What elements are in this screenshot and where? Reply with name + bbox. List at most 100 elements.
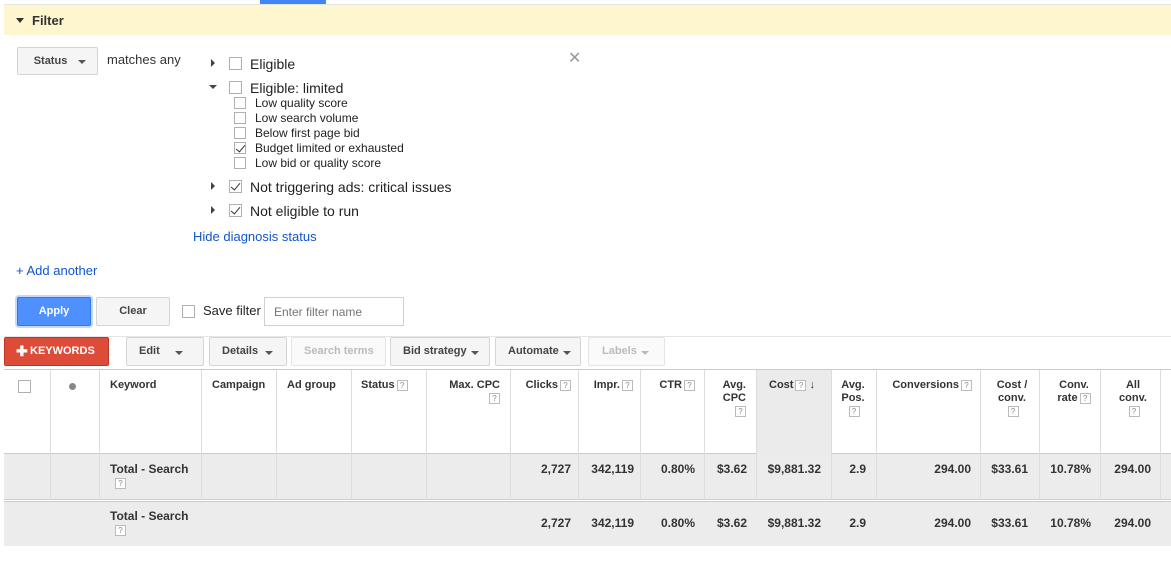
cell-cost-conv: $33.61 xyxy=(991,516,1028,530)
header-avg-cpc[interactable]: Avg. CPC? xyxy=(709,379,746,418)
cell-cost-conv: $33.61 xyxy=(991,462,1028,476)
cell-conv-rate: 10.78% xyxy=(1050,462,1091,476)
help-icon[interactable]: ? xyxy=(115,478,126,489)
checkbox-below-first-page-bid[interactable] xyxy=(234,127,246,139)
table-row: Total - Search ? 2,727 342,119 0.80% $3.… xyxy=(4,454,1171,500)
checkbox-not-eligible[interactable] xyxy=(229,204,242,217)
column-divider xyxy=(276,370,277,500)
header-cost[interactable]: Cost? ↓ xyxy=(769,379,815,392)
column-divider xyxy=(640,370,641,500)
checkbox-low-bid-quality[interactable] xyxy=(234,157,246,169)
collapse-arrow-icon[interactable] xyxy=(209,85,217,89)
option-label-eligible: Eligible xyxy=(250,56,296,72)
keywords-button-label: KEYWORDS xyxy=(30,345,95,357)
column-divider xyxy=(50,370,51,500)
checkbox-low-quality-score[interactable] xyxy=(234,97,246,109)
help-icon[interactable]: ? xyxy=(1128,405,1140,417)
checkbox-budget-limited[interactable] xyxy=(234,142,246,154)
add-keywords-button[interactable]: ✚ KEYWORDS xyxy=(4,337,109,366)
header-avg-cpc-label-1: Avg. xyxy=(722,379,746,391)
cell-conversions: 294.00 xyxy=(934,462,971,476)
header-max-cpc[interactable]: Max. CPC? xyxy=(424,379,500,405)
clear-button[interactable]: Clear xyxy=(96,297,170,326)
header-conv-rate-label-2: rate xyxy=(1057,392,1078,404)
help-icon[interactable]: ? xyxy=(961,379,972,391)
column-divider xyxy=(351,370,352,500)
automate-dropdown-button[interactable]: Automate xyxy=(495,337,581,366)
header-conv-rate[interactable]: Conv. rate? xyxy=(1056,379,1092,405)
help-icon[interactable]: ? xyxy=(489,392,500,404)
checkbox-eligible[interactable] xyxy=(229,57,242,70)
help-icon[interactable]: ? xyxy=(396,379,408,391)
help-icon[interactable]: ? xyxy=(1007,405,1019,417)
chevron-down-icon xyxy=(641,351,649,355)
details-dropdown-button[interactable]: Details xyxy=(209,337,287,366)
status-dropdown-button[interactable]: Status xyxy=(17,47,98,75)
header-campaign[interactable]: Campaign xyxy=(212,379,265,392)
checkbox-low-search-volume[interactable] xyxy=(234,112,246,124)
header-impr-label: Impr. xyxy=(593,379,620,391)
filter-header[interactable]: Filter xyxy=(4,4,1171,35)
header-ad-group[interactable]: Ad group xyxy=(287,379,336,392)
filter-panel xyxy=(4,35,1171,337)
header-cost-conv[interactable]: Cost / conv.? xyxy=(994,379,1030,418)
column-divider xyxy=(1039,370,1040,500)
column-divider xyxy=(1160,370,1161,500)
expand-arrow-icon[interactable] xyxy=(211,206,215,214)
add-another-link[interactable]: + Add another xyxy=(16,263,97,278)
header-all-conv-label-1: All xyxy=(1125,379,1141,391)
filter-name-input[interactable] xyxy=(264,297,404,326)
header-clicks[interactable]: Clicks? xyxy=(514,379,571,392)
header-keyword[interactable]: Keyword xyxy=(110,379,156,392)
edit-dropdown-button[interactable]: Edit xyxy=(126,337,204,366)
status-dropdown-label: Status xyxy=(33,55,68,67)
column-divider xyxy=(426,370,427,500)
expand-arrow-icon[interactable] xyxy=(211,59,215,67)
header-conversions[interactable]: Conversions? xyxy=(884,379,972,392)
collapse-triangle-icon[interactable] xyxy=(16,18,24,23)
header-all-conv[interactable]: All conv.? xyxy=(1117,379,1149,418)
help-icon[interactable]: ? xyxy=(848,405,860,417)
header-conversions-label: Conversions xyxy=(892,379,959,391)
help-icon[interactable]: ? xyxy=(115,525,126,536)
close-icon[interactable]: ✕ xyxy=(568,48,581,68)
header-avg-cpc-label-2: CPC xyxy=(722,392,746,404)
apply-button[interactable]: Apply xyxy=(17,297,91,326)
expand-arrow-icon[interactable] xyxy=(211,182,215,190)
sub-option-label: Low quality score xyxy=(255,96,348,110)
help-icon[interactable]: ? xyxy=(684,379,695,391)
cell-avg-cpc: $3.62 xyxy=(716,516,747,530)
cell-conversions: 294.00 xyxy=(934,516,971,530)
header-ctr-label: CTR xyxy=(659,379,682,391)
search-terms-button[interactable]: Search terms xyxy=(291,337,386,366)
header-status[interactable]: Status? xyxy=(361,379,408,392)
checkbox-eligible-limited[interactable] xyxy=(229,81,242,94)
save-filter-label: Save filter xyxy=(203,303,261,318)
chevron-down-icon xyxy=(175,351,183,355)
row-label: Total - Search xyxy=(110,509,189,523)
help-icon[interactable]: ? xyxy=(560,379,571,391)
checkbox-not-triggering[interactable] xyxy=(229,180,242,193)
hide-diagnosis-link[interactable]: Hide diagnosis status xyxy=(193,229,317,244)
labels-dropdown-button[interactable]: Labels xyxy=(588,337,665,366)
header-ctr[interactable]: CTR? xyxy=(644,379,695,392)
cell-cost: $9,881.32 xyxy=(767,462,821,476)
select-all-checkbox[interactable] xyxy=(18,380,31,393)
option-label-eligible-limited: Eligible: limited xyxy=(250,80,344,96)
status-dot-icon xyxy=(69,383,76,390)
help-icon[interactable]: ? xyxy=(622,379,633,391)
help-icon[interactable]: ? xyxy=(735,405,746,417)
search-terms-label: Search terms xyxy=(304,345,374,357)
help-icon[interactable]: ? xyxy=(1079,392,1091,404)
header-avg-pos[interactable]: Avg. Pos.? xyxy=(840,379,866,418)
column-divider xyxy=(99,370,100,500)
bottom-strip xyxy=(4,546,1171,566)
header-impr[interactable]: Impr.? xyxy=(582,379,633,392)
save-filter-checkbox[interactable] xyxy=(182,305,195,318)
details-label: Details xyxy=(222,345,259,357)
column-divider xyxy=(1100,370,1101,500)
cell-clicks: 2,727 xyxy=(540,462,571,476)
help-icon[interactable]: ? xyxy=(795,379,807,391)
sort-down-arrow-icon: ↓ xyxy=(809,379,815,391)
bid-strategy-dropdown-button[interactable]: Bid strategy xyxy=(390,337,490,366)
